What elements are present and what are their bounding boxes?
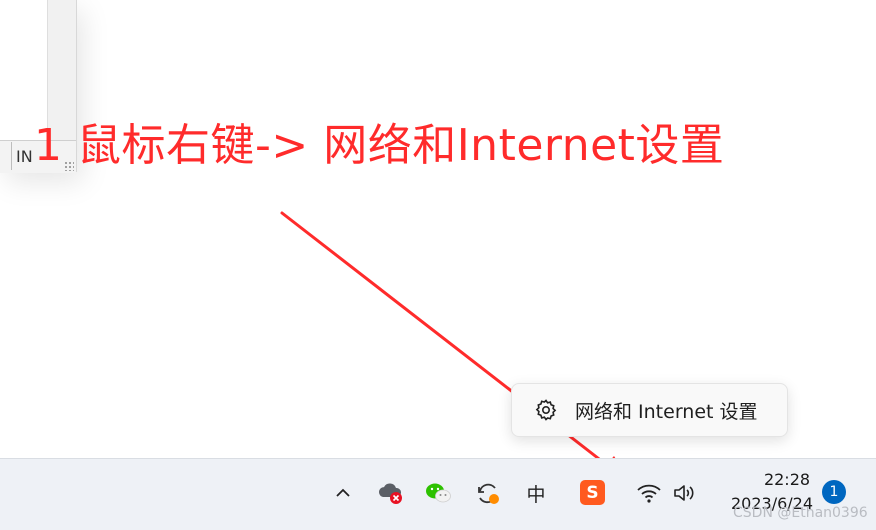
clock-time[interactable]: 22:28 [752, 470, 822, 489]
cloud-error-icon[interactable] [377, 480, 405, 506]
annotation-arrow [280, 211, 632, 485]
network-settings-tooltip[interactable]: 网络和 Internet 设置 [511, 383, 788, 437]
status-divider [11, 142, 12, 170]
watermark: CSDN @Ethan0396 [733, 505, 868, 521]
tooltip-label: 网络和 Internet 设置 [575, 400, 758, 423]
insert-mode-indicator: IN [16, 147, 33, 166]
volume-icon[interactable] [672, 482, 698, 504]
wechat-icon[interactable] [424, 481, 452, 505]
wifi-icon[interactable] [636, 482, 662, 504]
notification-badge[interactable]: 1 [822, 480, 846, 504]
sync-icon[interactable] [474, 479, 502, 507]
chevron-up-icon[interactable] [333, 483, 353, 503]
annotation-text: 1 鼠标右键-> 网络和Internet设置 [34, 120, 725, 171]
sogou-input-icon[interactable]: S [580, 480, 605, 505]
gear-icon [535, 399, 557, 421]
ime-chinese-icon[interactable]: 中 [523, 481, 549, 506]
